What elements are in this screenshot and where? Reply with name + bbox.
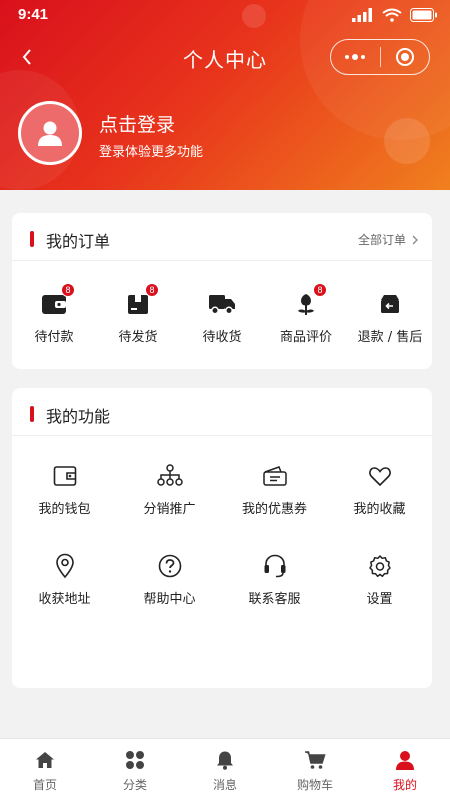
- user-icon: [394, 749, 416, 771]
- badge: 8: [313, 283, 327, 297]
- tab-label: 分类: [122, 778, 147, 792]
- location-icon: [51, 552, 79, 580]
- wallet-icon: 8: [39, 283, 75, 319]
- order-item-label: 待收货: [202, 330, 242, 345]
- func-item-distribution[interactable]: 分销推广: [117, 462, 222, 552]
- order-status-row: 8 待付款 8 待发货 待收货 8 商品评价 退款 / 售后: [12, 261, 432, 345]
- tab-label: 消息: [212, 778, 237, 792]
- profile-header: 9:41 个人中心 点击登录 登录体验更多功能: [0, 0, 450, 190]
- truck-icon: [207, 289, 237, 319]
- tab-label: 购物车: [296, 778, 333, 792]
- order-item-review[interactable]: 8 商品评价: [264, 283, 348, 345]
- tab-cart[interactable]: 购物车: [270, 739, 360, 800]
- func-item-label: 收获地址: [38, 592, 91, 607]
- order-item-to-receive[interactable]: 待收货: [180, 289, 264, 345]
- func-item-settings[interactable]: 设置: [327, 552, 432, 642]
- all-orders-link[interactable]: 全部订单: [358, 231, 418, 248]
- order-item-to-ship[interactable]: 8 待发货: [96, 283, 180, 345]
- tab-mine[interactable]: 我的: [360, 739, 450, 800]
- more-button[interactable]: [331, 40, 380, 74]
- functions-title: 我的功能: [46, 407, 111, 426]
- orders-header: 我的订单 全部订单: [12, 213, 432, 261]
- func-item-label: 我的钱包: [38, 502, 91, 517]
- func-item-wallet[interactable]: 我的钱包: [12, 462, 117, 552]
- func-item-address[interactable]: 收获地址: [12, 552, 117, 642]
- badge: 8: [145, 283, 159, 297]
- tab-label: 首页: [32, 778, 57, 792]
- close-button[interactable]: [380, 40, 429, 74]
- orders-title: 我的订单: [46, 232, 111, 251]
- home-icon: [34, 749, 56, 771]
- help-icon: [156, 552, 184, 580]
- func-item-label: 分销推广: [143, 502, 196, 517]
- avatar[interactable]: [18, 101, 82, 165]
- tab-messages[interactable]: 消息: [180, 739, 270, 800]
- wifi-icon: [382, 7, 402, 26]
- functions-card: 我的功能 我的钱包 分销推广 我的优惠券 我的收藏 收获地址 帮助中心 联系客服…: [12, 388, 432, 688]
- func-item-favorites[interactable]: 我的收藏: [327, 462, 432, 552]
- settings-icon: [366, 552, 394, 580]
- func-item-label: 设置: [366, 592, 393, 607]
- order-item-label: 退款 / 售后: [357, 330, 423, 345]
- signal-icon: [352, 7, 374, 26]
- order-item-label: 待发货: [118, 330, 158, 345]
- login-title[interactable]: 点击登录: [99, 110, 175, 137]
- nav-bar: 个人中心: [0, 36, 450, 80]
- more-dots-icon: [345, 54, 366, 60]
- func-item-label: 我的收藏: [353, 502, 406, 517]
- order-item-pending-payment[interactable]: 8 待付款: [12, 283, 96, 345]
- tab-bar: 首页 分类 消息 购物车 我的: [0, 738, 450, 800]
- target-icon: [395, 48, 414, 66]
- all-orders-label: 全部订单: [357, 233, 406, 247]
- title-accent: [30, 231, 34, 247]
- func-item-label: 帮助中心: [143, 592, 196, 607]
- login-subtitle: 登录体验更多功能: [99, 145, 204, 160]
- functions-grid: 我的钱包 分销推广 我的优惠券 我的收藏 收获地址 帮助中心 联系客服 设置: [12, 436, 432, 642]
- user-icon: [38, 121, 62, 146]
- box-icon: 8: [123, 283, 159, 319]
- func-item-label: 联系客服: [248, 592, 301, 607]
- tab-home[interactable]: 首页: [0, 739, 90, 800]
- func-item-label: 我的优惠券: [241, 502, 307, 517]
- bell-icon: [214, 749, 236, 771]
- func-item-customer-service[interactable]: 联系客服: [222, 552, 327, 642]
- status-bar: 9:41: [0, 0, 450, 32]
- order-item-refund[interactable]: 退款 / 售后: [348, 289, 432, 345]
- order-item-label: 待付款: [34, 330, 74, 345]
- heart-icon: [366, 462, 394, 490]
- tab-label: 我的: [392, 778, 417, 792]
- battery-icon: [410, 7, 438, 26]
- wallet-outline-icon: [51, 462, 79, 490]
- network-icon: [156, 462, 184, 490]
- func-item-help[interactable]: 帮助中心: [117, 552, 222, 642]
- category-icon: [124, 749, 146, 771]
- functions-header: 我的功能: [12, 388, 432, 436]
- orders-card: 我的订单 全部订单 8 待付款 8 待发货 待收货 8 商品评价 退款 / 售后: [12, 213, 432, 369]
- badge: 8: [61, 283, 75, 297]
- return-icon: [375, 289, 405, 319]
- coupon-icon: [261, 462, 289, 490]
- flower-icon: 8: [291, 283, 327, 319]
- mini-program-capsule: [330, 39, 430, 75]
- status-time: 9:41: [18, 6, 49, 23]
- order-item-label: 商品评价: [279, 330, 332, 345]
- chevron-right-icon: [412, 235, 418, 244]
- cart-icon: [304, 749, 326, 771]
- func-item-coupons[interactable]: 我的优惠券: [222, 462, 327, 552]
- tab-category[interactable]: 分类: [90, 739, 180, 800]
- headset-icon: [261, 552, 289, 580]
- title-accent: [30, 406, 34, 422]
